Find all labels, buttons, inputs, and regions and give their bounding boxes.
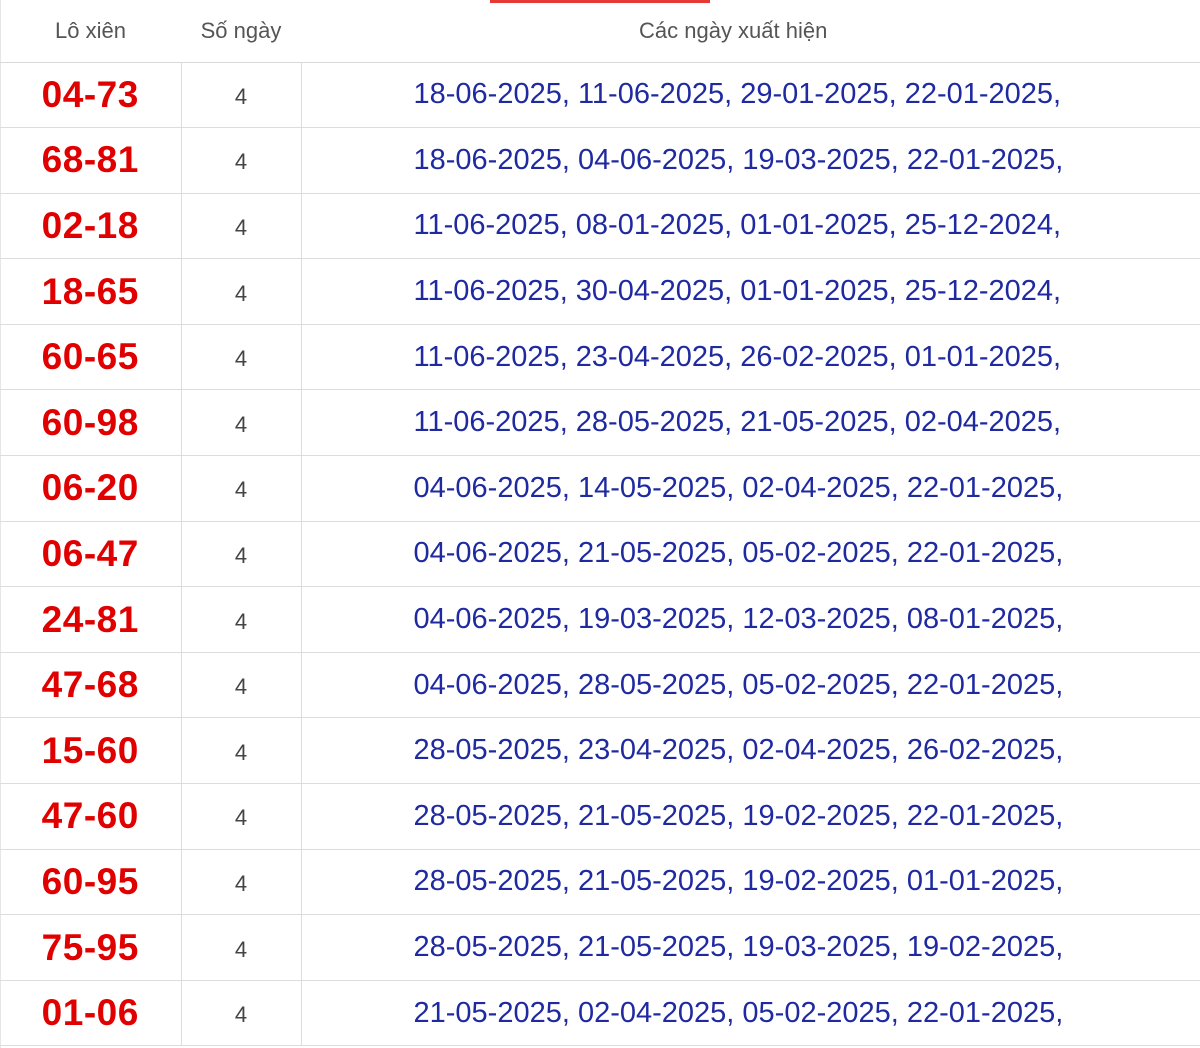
pair-cell: 24-81 xyxy=(0,586,182,653)
count-cell: 4 xyxy=(181,127,302,194)
count-cell: 4 xyxy=(181,324,302,391)
dates-cell: 11-06-2025, 08-01-2025, 01-01-2025, 25-1… xyxy=(301,193,1200,260)
pair-cell: 01-06 xyxy=(0,980,182,1047)
table-row: 47-68 4 04-06-2025, 28-05-2025, 05-02-20… xyxy=(0,652,1200,719)
dates-cell: 28-05-2025, 23-04-2025, 02-04-2025, 26-0… xyxy=(301,717,1200,785)
dates-cell: 04-06-2025, 28-05-2025, 05-02-2025, 22-0… xyxy=(301,652,1200,719)
pair-cell: 18-65 xyxy=(0,258,182,325)
count-cell: 4 xyxy=(181,389,302,457)
pair-cell: 68-81 xyxy=(0,127,182,194)
table-row: 60-65 4 11-06-2025, 23-04-2025, 26-02-20… xyxy=(0,324,1200,391)
dates-cell: 28-05-2025, 21-05-2025, 19-02-2025, 22-0… xyxy=(301,783,1200,850)
count-cell: 4 xyxy=(181,586,302,653)
count-cell: 4 xyxy=(181,980,302,1047)
pair-cell: 06-47 xyxy=(0,521,182,588)
dates-cell: 28-05-2025, 21-05-2025, 19-02-2025, 01-0… xyxy=(301,849,1200,916)
dates-cell: 04-06-2025, 21-05-2025, 05-02-2025, 22-0… xyxy=(301,521,1200,588)
count-cell: 4 xyxy=(181,521,302,588)
pair-cell: 02-18 xyxy=(0,193,182,260)
header-pair: Lô xiên xyxy=(0,0,181,63)
count-cell: 4 xyxy=(181,455,302,522)
dates-cell: 18-06-2025, 04-06-2025, 19-03-2025, 22-0… xyxy=(301,127,1200,194)
table-row: 04-73 4 18-06-2025, 11-06-2025, 29-01-20… xyxy=(0,62,1200,129)
table-row: 01-06 4 21-05-2025, 02-04-2025, 05-02-20… xyxy=(0,980,1200,1047)
dates-cell: 04-06-2025, 19-03-2025, 12-03-2025, 08-0… xyxy=(301,586,1200,653)
pair-cell: 06-20 xyxy=(0,455,182,522)
count-cell: 4 xyxy=(181,62,302,129)
header-dates: Các ngày xuất hiện xyxy=(301,0,1200,63)
count-cell: 4 xyxy=(181,914,302,981)
pair-cell: 75-95 xyxy=(0,914,182,981)
table-row: 47-60 4 28-05-2025, 21-05-2025, 19-02-20… xyxy=(0,783,1200,850)
count-cell: 4 xyxy=(181,652,302,719)
table-row: 68-81 4 18-06-2025, 04-06-2025, 19-03-20… xyxy=(0,127,1200,194)
lo-xien-table: Lô xiên Số ngày Các ngày xuất hiện 04-73… xyxy=(0,0,1200,1047)
count-cell: 4 xyxy=(181,193,302,260)
dates-cell: 28-05-2025, 21-05-2025, 19-03-2025, 19-0… xyxy=(301,914,1200,981)
dates-cell: 04-06-2025, 14-05-2025, 02-04-2025, 22-0… xyxy=(301,455,1200,522)
pair-cell: 60-98 xyxy=(0,389,182,457)
pair-cell: 04-73 xyxy=(0,62,182,129)
table-row: 18-65 4 11-06-2025, 30-04-2025, 01-01-20… xyxy=(0,258,1200,325)
header-row: Lô xiên Số ngày Các ngày xuất hiện xyxy=(0,0,1200,63)
table-row: 06-47 4 04-06-2025, 21-05-2025, 05-02-20… xyxy=(0,521,1200,588)
table-row: 75-95 4 28-05-2025, 21-05-2025, 19-03-20… xyxy=(0,914,1200,981)
count-cell: 4 xyxy=(181,783,302,850)
dates-cell: 21-05-2025, 02-04-2025, 05-02-2025, 22-0… xyxy=(301,980,1200,1047)
count-cell: 4 xyxy=(181,258,302,325)
pair-cell: 60-95 xyxy=(0,849,182,916)
count-cell: 4 xyxy=(181,717,302,785)
table-row: 15-60 4 28-05-2025, 23-04-2025, 02-04-20… xyxy=(0,717,1200,785)
pair-cell: 60-65 xyxy=(0,324,182,391)
dates-cell: 11-06-2025, 28-05-2025, 21-05-2025, 02-0… xyxy=(301,389,1200,457)
pair-cell: 15-60 xyxy=(0,717,182,785)
table-row: 60-98 4 11-06-2025, 28-05-2025, 21-05-20… xyxy=(0,389,1200,457)
dates-cell: 11-06-2025, 30-04-2025, 01-01-2025, 25-1… xyxy=(301,258,1200,325)
dates-cell: 18-06-2025, 11-06-2025, 29-01-2025, 22-0… xyxy=(301,62,1200,129)
table-header: Lô xiên Số ngày Các ngày xuất hiện xyxy=(0,0,1200,63)
table-body: 04-73 4 18-06-2025, 11-06-2025, 29-01-20… xyxy=(0,62,1200,1047)
table-row: 02-18 4 11-06-2025, 08-01-2025, 01-01-20… xyxy=(0,193,1200,260)
count-cell: 4 xyxy=(181,849,302,916)
table-row: 60-95 4 28-05-2025, 21-05-2025, 19-02-20… xyxy=(0,849,1200,916)
pair-cell: 47-68 xyxy=(0,652,182,719)
table-row: 06-20 4 04-06-2025, 14-05-2025, 02-04-20… xyxy=(0,455,1200,522)
pair-cell: 47-60 xyxy=(0,783,182,850)
table-row: 24-81 4 04-06-2025, 19-03-2025, 12-03-20… xyxy=(0,586,1200,653)
dates-cell: 11-06-2025, 23-04-2025, 26-02-2025, 01-0… xyxy=(301,324,1200,391)
header-count: Số ngày xyxy=(181,0,301,63)
